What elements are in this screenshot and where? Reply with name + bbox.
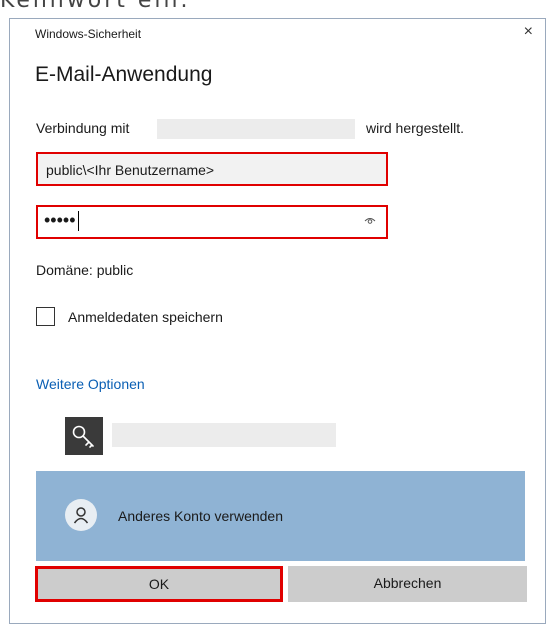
use-other-account-option[interactable]: Anderes Konto verwenden (36, 471, 525, 561)
more-options-link[interactable]: Weitere Optionen (36, 376, 145, 392)
saved-account-option[interactable] (65, 417, 355, 455)
password-value: ••••• (44, 210, 80, 232)
page-caption: Kennwort ein. (0, 0, 191, 13)
remember-label: Anmeldedaten speichern (68, 309, 223, 325)
password-field[interactable]: ••••• (36, 205, 388, 239)
app-title: E-Mail-Anwendung (35, 63, 213, 86)
window-title: Windows-Sicherheit (35, 27, 142, 41)
domain-label: Domäne: public (36, 262, 134, 278)
key-icon (65, 417, 103, 455)
connection-prefix: Verbindung mit (36, 120, 130, 136)
redacted-server-name (157, 119, 355, 139)
redacted-account-name (112, 423, 336, 447)
password-dots: ••••• (44, 210, 76, 230)
credential-dialog: Windows-Sicherheit × E-Mail-Anwendung Ve… (9, 18, 546, 624)
cancel-button[interactable]: Abbrechen (288, 566, 527, 602)
connection-message: Verbindung mit wird hergestellt. (36, 119, 516, 139)
use-other-account-label: Anderes Konto verwenden (118, 508, 283, 524)
remember-checkbox[interactable] (36, 307, 55, 326)
username-value: public\<Ihr Benutzername> (46, 162, 215, 178)
person-icon (65, 499, 97, 531)
username-field[interactable]: public\<Ihr Benutzername> (36, 152, 388, 186)
text-caret (77, 211, 80, 232)
close-icon[interactable]: × (524, 23, 533, 41)
connection-suffix: wird hergestellt. (366, 120, 465, 136)
eye-icon[interactable] (364, 216, 376, 225)
ok-button[interactable]: OK (35, 566, 283, 602)
